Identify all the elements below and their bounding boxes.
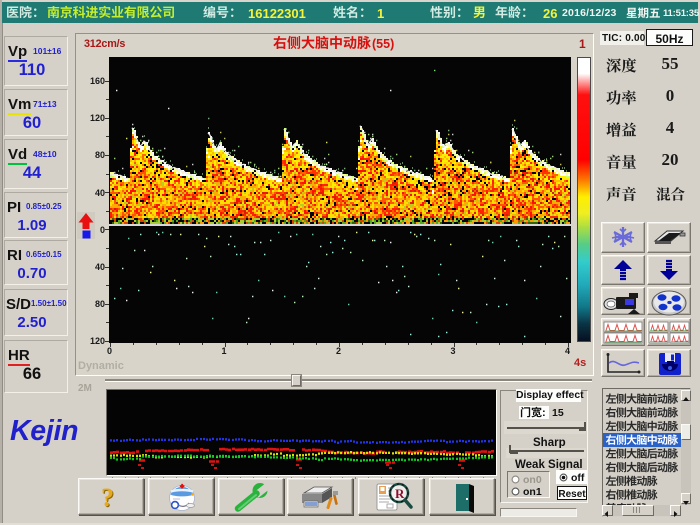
svg-text:R: R bbox=[395, 486, 405, 501]
